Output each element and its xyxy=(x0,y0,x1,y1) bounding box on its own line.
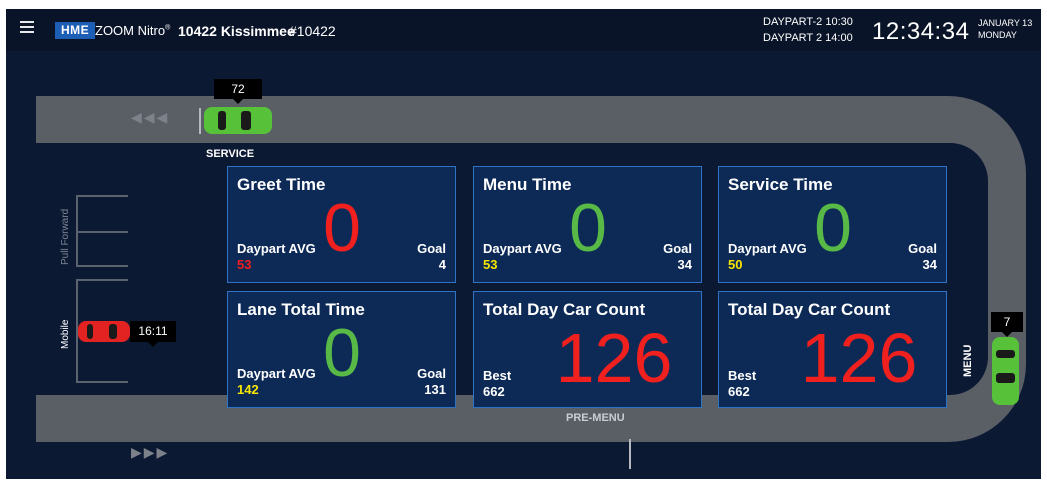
total-day-car-count-card-2[interactable]: Total Day Car Count 126 Best 662 xyxy=(718,291,947,408)
top-bar: HME ZOOM Nitro® 10422 Kissimmee #10422 D… xyxy=(6,9,1041,51)
menu-label: MENU xyxy=(962,344,974,377)
card-goal-value: 34 xyxy=(922,257,937,272)
card-sub-label: Daypart AVG xyxy=(237,366,316,381)
service-time-card[interactable]: Service Time 0 Daypart AVG 50 Goal 34 xyxy=(718,166,947,283)
card-big-value: 0 xyxy=(569,190,607,266)
pre-menu-point-marker xyxy=(629,439,631,469)
service-car-icon[interactable] xyxy=(204,107,272,134)
card-sub-value: 53 xyxy=(237,257,252,272)
card-title: Total Day Car Count xyxy=(483,300,646,319)
card-sub-value: 53 xyxy=(483,257,498,272)
card-title: Total Day Car Count xyxy=(728,300,891,319)
product-name: ZOOM Nitro® xyxy=(95,23,171,38)
total-day-car-count-card[interactable]: Total Day Car Count 126 Best 662 xyxy=(473,291,702,408)
card-title: Greet Time xyxy=(237,175,326,194)
date-month-day: JANUARY 13 xyxy=(978,18,1033,28)
greet-time-card[interactable]: Greet Time 0 Daypart AVG 53 Goal 4 xyxy=(227,166,456,283)
store-name: 10422 Kissimmee xyxy=(178,23,295,39)
card-best-value: 662 xyxy=(728,384,750,399)
daypart-line-2: DAYPART 2 14:00 xyxy=(763,32,853,44)
pull-forward-bay-bottom xyxy=(76,265,128,267)
card-sub-value: 50 xyxy=(728,257,743,272)
card-goal-value: 4 xyxy=(438,257,446,272)
pull-forward-bay-line xyxy=(76,195,78,265)
card-big-value: 0 xyxy=(323,315,361,391)
card-big-value: 0 xyxy=(814,190,852,266)
lane-total-time-card[interactable]: Lane Total Time 0 Daypart AVG 142 Goal 1… xyxy=(227,291,456,408)
service-point-marker xyxy=(199,108,201,134)
menu-car-timer: 7 xyxy=(991,312,1023,337)
mobile-bay-bottom xyxy=(76,381,128,383)
store-number: #10422 xyxy=(289,23,336,39)
hamburger-menu-icon[interactable] xyxy=(20,21,34,34)
menu-time-card[interactable]: Menu Time 0 Daypart AVG 53 Goal 34 xyxy=(473,166,702,283)
card-big-value: 0 xyxy=(323,190,361,266)
card-big-value: 126 xyxy=(555,319,673,397)
card-title: Menu Time xyxy=(483,175,572,194)
lane-arrows-left-icon: ◀◀◀ xyxy=(131,109,170,125)
card-best-value: 662 xyxy=(483,384,505,399)
clock: 12:34:34 xyxy=(872,18,970,45)
pre-menu-label: PRE-MENU xyxy=(566,412,625,424)
mobile-car-timer: 16:11 xyxy=(130,321,176,347)
card-goal-label: Goal xyxy=(908,241,937,256)
card-goal-label: Goal xyxy=(417,366,446,381)
pull-forward-label: Pull Forward xyxy=(60,208,71,265)
card-sub-label: Daypart AVG xyxy=(483,241,562,256)
service-car-timer: 72 xyxy=(214,79,262,104)
daypart-line-1: DAYPART-2 10:30 xyxy=(763,16,853,28)
lane-arrows-right-icon: ▶▶▶ xyxy=(131,444,170,460)
service-label: SERVICE xyxy=(206,148,255,160)
card-goal-label: Goal xyxy=(417,241,446,256)
card-sub-label: Daypart AVG xyxy=(728,241,807,256)
pull-forward-bay-top xyxy=(76,195,128,197)
card-sub-value: 142 xyxy=(237,382,259,397)
menu-car-icon[interactable] xyxy=(992,337,1019,405)
card-best-label: Best xyxy=(483,368,512,383)
pull-forward-bay-mid xyxy=(76,231,128,233)
card-best-label: Best xyxy=(728,368,757,383)
card-big-value: 126 xyxy=(800,319,918,397)
card-goal-value: 131 xyxy=(424,382,446,397)
card-sub-label: Daypart AVG xyxy=(237,241,316,256)
date-weekday: MONDAY xyxy=(978,30,1017,40)
mobile-bay-top xyxy=(76,279,128,281)
hme-logo: HME xyxy=(55,22,96,39)
card-goal-label: Goal xyxy=(663,241,692,256)
mobile-car-icon[interactable] xyxy=(78,321,130,342)
card-goal-value: 34 xyxy=(677,257,692,272)
mobile-label: Mobile xyxy=(60,319,71,349)
dashboard: HME ZOOM Nitro® 10422 Kissimmee #10422 D… xyxy=(6,9,1041,479)
